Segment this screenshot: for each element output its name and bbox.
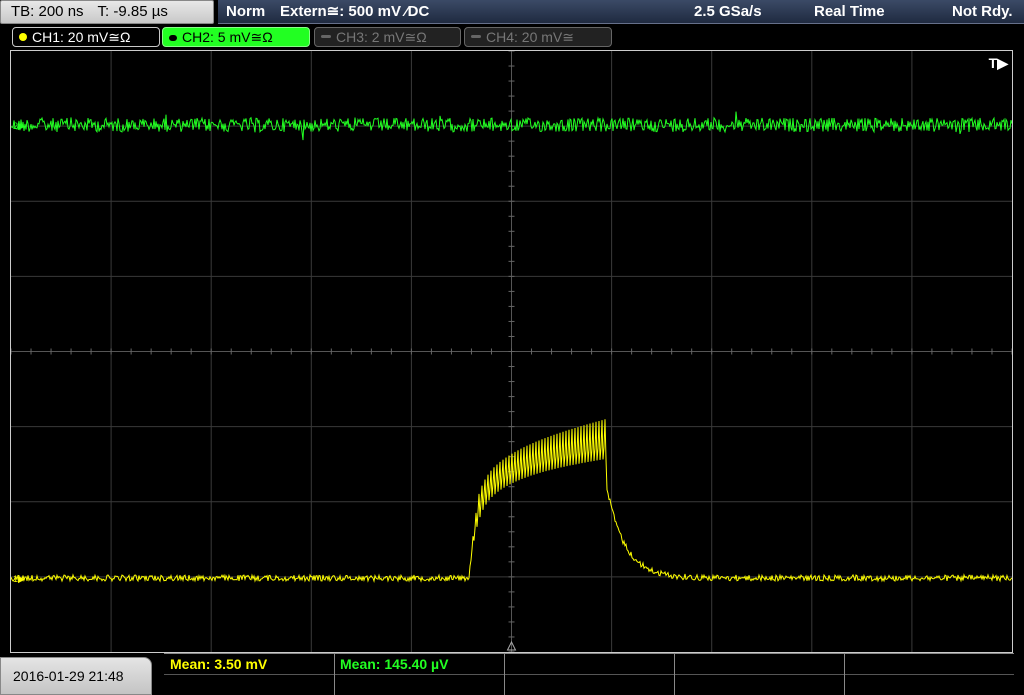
measurement-divider	[504, 654, 505, 695]
measurement-divider	[844, 654, 845, 695]
channel-2-tab[interactable]: CH2: 5 mV≅Ω	[162, 27, 310, 47]
channel-tabs: CH1: 20 mV≅Ω CH2: 5 mV≅Ω CH3: 2 mV≅Ω CH4…	[0, 27, 1024, 47]
measurement-divider	[674, 654, 675, 695]
channel-2-indicator-icon	[169, 35, 177, 41]
channel-2-offset-marker: 2▶	[13, 121, 25, 131]
ch2-mean-measurement[interactable]: Mean: 145.40 µV	[334, 654, 504, 675]
ch1-mean-measurement[interactable]: Mean: 3.50 mV	[164, 654, 334, 675]
date-time: 2016-01-29 21:48	[0, 657, 152, 695]
channel-1-indicator-icon	[19, 33, 27, 41]
channel-2-label: CH2: 5 mV≅Ω	[182, 29, 273, 45]
top-bar: TB: 200 ns T: -9.85 µs Norm Extern≅: 500 …	[0, 0, 1024, 26]
channel-1-tab[interactable]: CH1: 20 mV≅Ω	[12, 27, 160, 47]
channel-4-tab[interactable]: CH4: 20 mV≅	[464, 27, 612, 47]
acquisition-mode[interactable]: Real Time	[814, 0, 885, 24]
timebase-box[interactable]: TB: 200 ns T: -9.85 µs	[0, 0, 214, 24]
status-bar: Norm Extern≅: 500 mV ⁄DC 2.5 GSa/s Real …	[218, 0, 1024, 24]
trigger-position-icon: T▶	[988, 55, 1008, 71]
channel-3-tab[interactable]: CH3: 2 mV≅Ω	[314, 27, 461, 47]
channel-1-label: CH1: 20 mV≅Ω	[32, 29, 131, 45]
channel-4-indicator-icon	[471, 35, 481, 38]
trigger-mode[interactable]: Norm	[226, 0, 265, 24]
channel-3-indicator-icon	[321, 35, 331, 38]
trigger-time-label: T: -9.85 µs	[97, 3, 168, 20]
sample-rate[interactable]: 2.5 GSa/s	[694, 0, 762, 24]
waveform-display: 1▶ 2▶	[11, 51, 1012, 652]
channel-3-label: CH3: 2 mV≅Ω	[336, 29, 427, 45]
trigger-source[interactable]: Extern≅: 500 mV ⁄DC	[280, 0, 429, 24]
measurement-panel: Mean: 3.50 mV Mean: 145.40 µV	[164, 653, 1014, 695]
channel-4-label: CH4: 20 mV≅	[486, 29, 574, 45]
acquisition-state: Not Rdy.	[952, 3, 1013, 20]
scope-screen[interactable]: 1▶ 2▶ T▶	[10, 50, 1013, 653]
channel-1-offset-marker: 1▶	[13, 574, 25, 584]
timebase-label: TB: 200 ns	[11, 3, 84, 20]
